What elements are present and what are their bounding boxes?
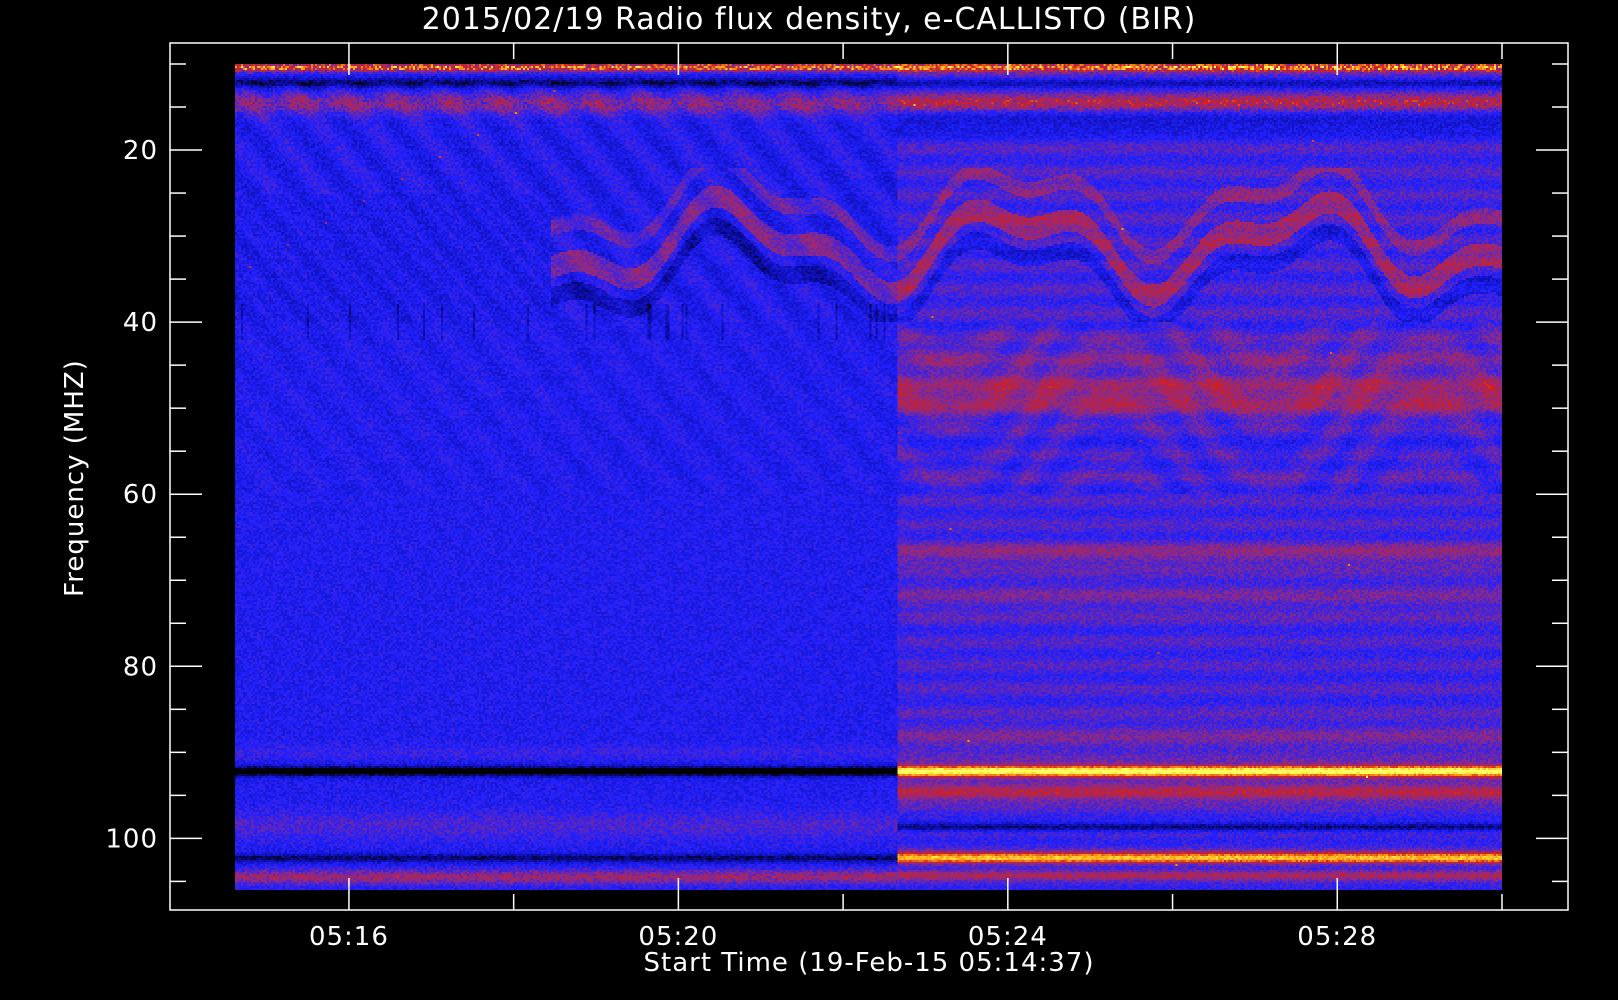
x-axis-label: Start Time (19-Feb-15 05:14:37) xyxy=(643,948,1095,978)
y-tick-label: 100 xyxy=(105,824,158,854)
x-axis-ticks: 05:16 05:20 05:24 05:28 xyxy=(309,43,1503,952)
plot-axes: 20 40 60 80 100 05:16 05:20 05:24 05:28 xyxy=(105,42,1569,952)
plot-frame xyxy=(169,42,1569,911)
y-tick-label: 60 xyxy=(123,480,158,510)
y-axis-ticks: 20 40 60 80 100 xyxy=(105,63,1568,883)
y-tick-label: 40 xyxy=(123,308,158,338)
y-tick-label: 80 xyxy=(123,652,158,682)
y-axis-label: Frequency (MHZ) xyxy=(60,359,90,597)
spectrogram-figure: 2015/02/19 Radio flux density, e-CALLIST… xyxy=(0,0,1618,1000)
y-tick-label: 20 xyxy=(123,136,158,166)
